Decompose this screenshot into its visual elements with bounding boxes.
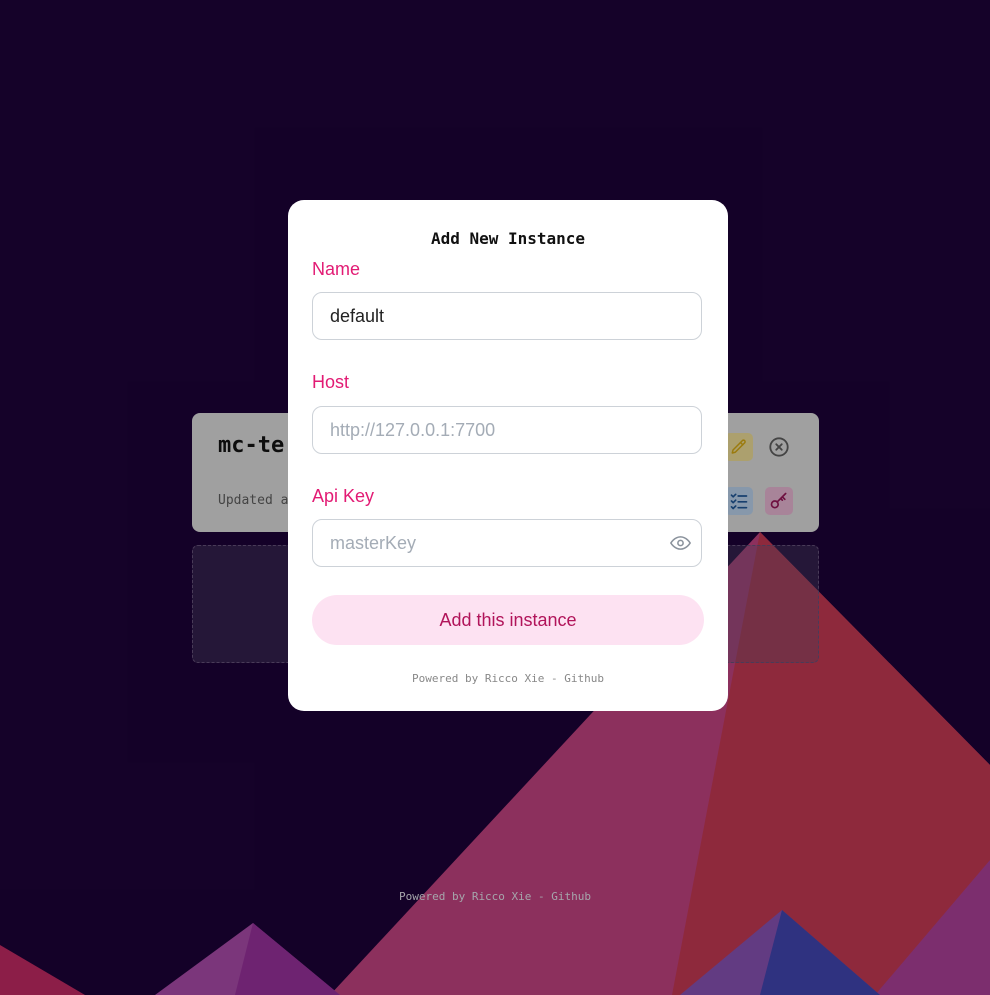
eye-icon [669,536,691,550]
modal-title: Add New Instance [430,229,586,248]
apikey-field[interactable] [312,519,702,567]
host-label: Host [312,372,350,392]
toggle-visibility-button[interactable] [669,533,691,553]
host-input[interactable] [330,407,660,453]
name-field[interactable] [312,292,702,340]
modal-footer: Powered by Ricco Xie - Github [411,672,605,685]
add-instance-modal: Add New Instance Name Host Api Key Add t… [288,200,728,711]
apikey-label: Api Key [312,486,375,506]
host-field[interactable] [312,406,702,454]
name-input[interactable] [330,293,660,339]
add-instance-submit-button[interactable]: Add this instance [312,595,704,645]
apikey-input[interactable] [330,520,660,566]
name-label: Name [312,259,361,279]
